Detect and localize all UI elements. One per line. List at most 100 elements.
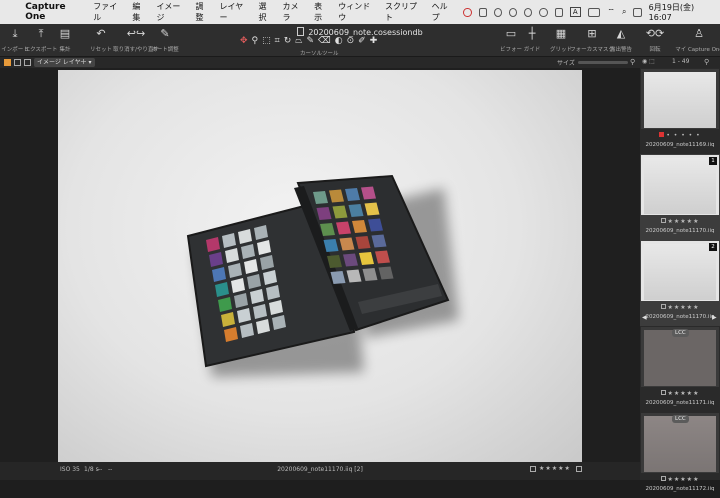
thumbnail-rating[interactable]: • • • • •: [640, 132, 720, 139]
thumbnail-4[interactable]: LCC ★★★★★ 20200609_note11171.iiq: [640, 326, 720, 412]
rotate-tool-icon[interactable]: ↻: [284, 36, 292, 46]
cursor-tools-label: カーソルツール: [300, 51, 339, 57]
pan-tool-icon[interactable]: ✥: [240, 36, 248, 46]
menu-script[interactable]: スクリプト: [385, 1, 423, 23]
add-layer-icon[interactable]: +: [80, 57, 87, 66]
main-photo[interactable]: [58, 70, 582, 462]
thumbnail-2[interactable]: 1 ★★★★★ 20200609_note11170.iiq: [640, 154, 720, 240]
colorchecker-photo: [186, 174, 459, 377]
picker-tool-icon[interactable]: ⊙: [347, 36, 355, 46]
creative-cloud-icon[interactable]: [463, 7, 472, 17]
exposure-warning-button[interactable]: ◭ 露出警告: [606, 24, 636, 57]
undo-redo-button[interactable]: ↩↪ 取り消す/やり直す: [113, 24, 159, 57]
export-icon: ⤒: [38, 27, 44, 40]
play-icon[interactable]: [524, 7, 533, 17]
guide-icon: ┼: [528, 27, 536, 40]
app-menu[interactable]: Capture One: [25, 2, 85, 22]
heal-tool-icon[interactable]: ✚: [370, 36, 378, 46]
input-method-indicator[interactable]: A: [569, 7, 581, 17]
auto-adjust-button[interactable]: ✎ オート調整: [150, 24, 180, 57]
capture-tool-icon[interactable]: ⬚: [262, 36, 271, 46]
gradient-tool-icon[interactable]: ◐: [335, 36, 343, 46]
image-viewer[interactable]: [0, 68, 640, 462]
thumbnail-name: 20200609_note11169.iiq: [645, 142, 715, 148]
control-center-icon[interactable]: [633, 7, 642, 17]
thumbnail-image[interactable]: [644, 72, 716, 128]
thumbnail-image[interactable]: [644, 158, 716, 214]
menu-window[interactable]: ウィンドウ: [338, 1, 376, 23]
undo-redo-icon: ↩↪: [126, 27, 146, 40]
crop-tool-icon[interactable]: ⌗: [275, 36, 280, 46]
checkbox-icon[interactable]: [660, 476, 666, 481]
volume-icon[interactable]: [554, 7, 563, 17]
variant-badge: 1: [709, 157, 717, 165]
checkbox-icon[interactable]: [660, 304, 666, 309]
my-capture-one-button[interactable]: ♙ マイ Capture One: [675, 24, 720, 57]
menu-edit[interactable]: 編集: [132, 1, 147, 23]
size-label: サイズ: [557, 60, 575, 67]
checkbox-icon[interactable]: [660, 390, 666, 395]
user-status-icon[interactable]: [508, 7, 518, 17]
single-view-icon[interactable]: [14, 59, 21, 66]
focus-mask-icon: ⊞: [587, 27, 597, 40]
menu-layer[interactable]: レイヤー: [220, 1, 250, 23]
annotate-tool-icon[interactable]: ✐: [358, 36, 366, 46]
thumbnail-image[interactable]: [644, 330, 716, 386]
import-icon: ⤓: [12, 27, 18, 40]
grid-view-icon[interactable]: [4, 59, 11, 66]
image-count: 1 - 49: [672, 58, 690, 65]
thumbnail-rating[interactable]: ★★★★★: [640, 218, 720, 225]
select-checkbox[interactable]: [530, 466, 536, 472]
search-icon[interactable]: ⚲: [704, 58, 709, 66]
guide-button[interactable]: ┼ ガイド: [517, 24, 547, 57]
thumbnail-image[interactable]: [644, 416, 716, 472]
thumbnail-image[interactable]: [644, 244, 716, 300]
bluetooth-icon[interactable]: [539, 7, 548, 17]
zoom-icon[interactable]: ⚲: [630, 58, 635, 66]
battery-icon[interactable]: [587, 7, 601, 17]
checkbox-icon[interactable]: [660, 218, 666, 223]
thumbnail-rating[interactable]: ★★★★★: [640, 390, 720, 397]
focus-mask-button[interactable]: ⊞ フォーカスマスク: [570, 24, 614, 57]
thumbnail-name: 20200609_note11171.iiq: [645, 400, 715, 406]
thumbnail-rating[interactable]: ★★★★★: [640, 304, 720, 311]
rotate-button[interactable]: ⟲⟳ 回転: [640, 24, 670, 57]
main-toolbar: 20200609_note.cosessiondb ⤓ インポート ⤒ エクスポ…: [0, 24, 720, 57]
batch-icon: ▤: [59, 27, 71, 40]
next-variant-icon[interactable]: ▶: [712, 314, 717, 321]
menu-image[interactable]: イメージ: [156, 1, 186, 23]
menu-select[interactable]: 選択: [258, 1, 273, 23]
status-bar: ISO 35 1/8 s -- -- 20200609_note11170.ii…: [0, 462, 640, 480]
thumbnail-3[interactable]: 2 ★★★★★ ◀ 20200609_note11170.iiq ▶: [640, 240, 720, 326]
thumbnail-5[interactable]: LCC ★★★★★ 20200609_note11172.iiq: [640, 412, 720, 498]
eraser-tool-icon[interactable]: ⌫: [318, 36, 331, 46]
menu-adjust[interactable]: 調整: [195, 1, 210, 23]
loupe-tool-icon[interactable]: ⚲: [252, 36, 259, 46]
menu-view[interactable]: 表示: [314, 1, 329, 23]
rating-stars[interactable]: ★★★★★: [539, 465, 571, 472]
rotate-icon: ⟲⟳: [645, 27, 665, 40]
clipboard-icon[interactable]: [478, 7, 487, 17]
spotlight-icon[interactable]: ⌕: [622, 7, 626, 17]
menu-help[interactable]: ヘルプ: [432, 1, 455, 23]
clock[interactable]: 6月19日(金) 16:07: [649, 2, 712, 22]
menu-bar: Capture One ファイル 編集 イメージ 調整 レイヤー 選択 カメラ …: [0, 0, 720, 24]
variant-badge: 2: [709, 243, 717, 251]
menu-file[interactable]: ファイル: [93, 1, 123, 23]
cursor-tools: ✥ ⚲ ⬚ ⌗ ↻ ⏢ ✎ ⌫ ◐ ⊙ ✐ ✚: [240, 36, 377, 46]
batch-button[interactable]: ▤ 集計: [50, 24, 80, 57]
sync-icon[interactable]: [493, 7, 502, 17]
red-flag-icon[interactable]: [659, 132, 665, 137]
thumbnail-1[interactable]: • • • • • 20200609_note11169.iiq: [640, 68, 720, 154]
lcc-badge: LCC: [672, 415, 689, 423]
keystone-tool-icon[interactable]: ⏢: [295, 36, 302, 46]
thumbnail-size-slider[interactable]: [578, 61, 628, 64]
menu-camera[interactable]: カメラ: [283, 1, 306, 23]
reset-button[interactable]: ↶ リセット: [86, 24, 116, 57]
wifi-icon[interactable]: ⌔: [607, 7, 615, 17]
reset-icon: ↶: [96, 27, 106, 40]
browser-nav-icons[interactable]: ◉ ⬚: [642, 58, 655, 65]
brush-tool-icon[interactable]: ✎: [306, 36, 314, 46]
compare-view-icon[interactable]: [24, 59, 31, 66]
color-tag-icon[interactable]: [576, 466, 582, 472]
